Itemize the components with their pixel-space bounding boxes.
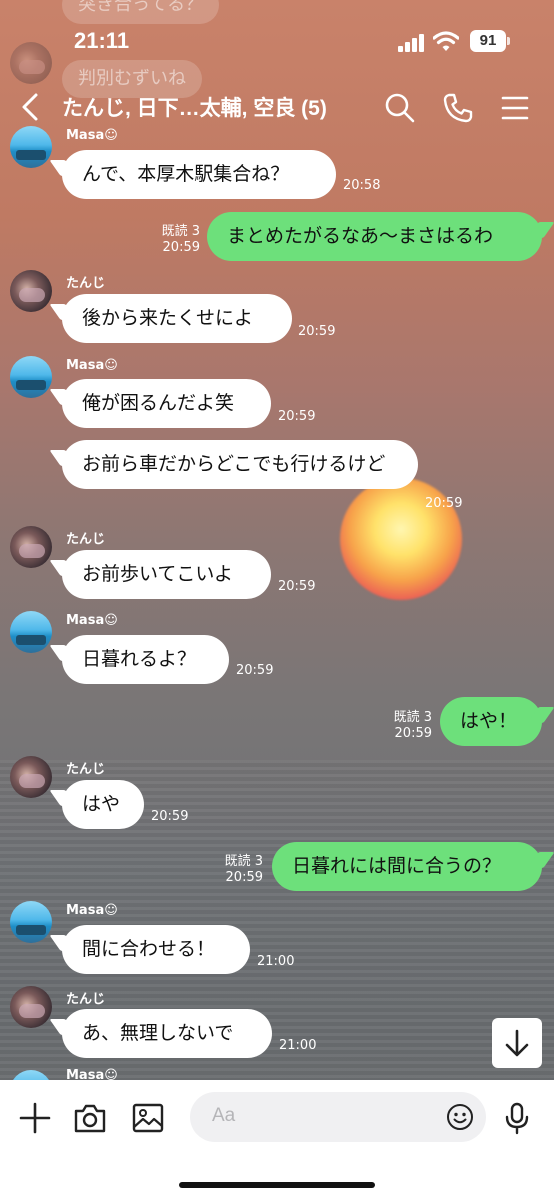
menu-icon[interactable] bbox=[497, 90, 533, 126]
message-time: 20:59 bbox=[425, 496, 463, 511]
incoming-message[interactable]: あ、無理しないで bbox=[62, 1009, 272, 1058]
back-chevron-icon[interactable] bbox=[18, 92, 46, 122]
incoming-message[interactable]: はや bbox=[62, 780, 144, 829]
message-input-placeholder: Aa bbox=[212, 1105, 236, 1126]
message-input[interactable]: Aa bbox=[190, 1092, 486, 1142]
message-time: 20:59 bbox=[278, 579, 316, 594]
avatar-tanji[interactable] bbox=[10, 270, 52, 312]
emoji-icon[interactable] bbox=[446, 1103, 474, 1131]
sender-name: Masa☺ bbox=[66, 613, 118, 628]
message-time: 20:59 bbox=[394, 726, 432, 741]
battery-indicator: 91 bbox=[470, 30, 510, 52]
sender-name: たんじ bbox=[66, 762, 106, 777]
read-receipt: 既読 3 bbox=[393, 710, 432, 725]
sender-name: Masa☺ bbox=[66, 903, 118, 918]
signal-icon bbox=[398, 34, 426, 52]
scroll-to-bottom-button[interactable] bbox=[492, 1018, 542, 1068]
avatar-tanji[interactable] bbox=[10, 756, 52, 798]
message-time: 20:59 bbox=[278, 409, 316, 424]
message-time: 20:58 bbox=[343, 178, 381, 193]
avatar-masa[interactable] bbox=[10, 126, 52, 168]
sender-name: Masa☺ bbox=[66, 358, 118, 373]
read-receipt: 既読 3 bbox=[161, 224, 200, 239]
message-time: 20:59 bbox=[225, 870, 263, 885]
message-time: 20:59 bbox=[298, 324, 336, 339]
incoming-message[interactable]: お前歩いてこいよ bbox=[62, 550, 271, 599]
message-time: 20:59 bbox=[151, 809, 189, 824]
sender-name: たんじ bbox=[66, 276, 106, 291]
search-icon[interactable] bbox=[382, 90, 418, 126]
sender-name: Masa☺ bbox=[66, 128, 118, 143]
incoming-message[interactable]: 俺が困るんだよ笑 bbox=[62, 379, 271, 428]
image-icon[interactable] bbox=[130, 1100, 166, 1136]
message-time: 20:59 bbox=[162, 240, 200, 255]
outgoing-message[interactable]: はや！ bbox=[440, 697, 542, 746]
sender-name: たんじ bbox=[66, 532, 106, 547]
incoming-message[interactable]: 後から来たくせによ bbox=[62, 294, 292, 343]
home-indicator bbox=[179, 1182, 375, 1188]
status-time: 21:11 bbox=[74, 28, 130, 53]
chat-header: たんじ, 日下…太輔, 空良 (5) bbox=[0, 84, 554, 132]
chat-screen: 突き合ってる？ 判別むずいね 21:11 91 たんじ, 日下…太輔, 空良 (… bbox=[0, 0, 554, 1200]
status-bar: 21:11 91 bbox=[0, 0, 554, 80]
incoming-message[interactable]: 日暮れるよ？ bbox=[62, 635, 229, 684]
message-time: 21:00 bbox=[257, 954, 295, 969]
avatar-masa[interactable] bbox=[10, 611, 52, 653]
chat-title[interactable]: たんじ, 日下…太輔, 空良 (5) bbox=[62, 92, 327, 122]
message-time: 21:00 bbox=[279, 1038, 317, 1053]
sender-name: たんじ bbox=[66, 992, 106, 1007]
scroll-down-icon bbox=[505, 1029, 529, 1057]
microphone-icon[interactable] bbox=[499, 1100, 535, 1136]
read-receipt: 既読 3 bbox=[224, 854, 263, 869]
plus-icon[interactable] bbox=[17, 1100, 53, 1136]
incoming-message[interactable]: んで、本厚木駅集合ね？ bbox=[62, 150, 336, 199]
camera-icon[interactable] bbox=[72, 1100, 108, 1136]
incoming-message[interactable]: 間に合わせる！ bbox=[62, 925, 250, 974]
outgoing-message[interactable]: 日暮れには間に合うの？ bbox=[272, 842, 542, 891]
phone-icon[interactable] bbox=[440, 90, 476, 126]
avatar-tanji[interactable] bbox=[10, 526, 52, 568]
avatar-tanji[interactable] bbox=[10, 986, 52, 1028]
message-time: 20:59 bbox=[236, 663, 274, 678]
avatar-masa[interactable] bbox=[10, 356, 52, 398]
incoming-message[interactable]: お前ら車だからどこでも行けるけど bbox=[62, 440, 418, 489]
avatar-masa[interactable] bbox=[10, 901, 52, 943]
outgoing-message[interactable]: まとめたがるなあ〜まさはるわ bbox=[207, 212, 542, 261]
wifi-icon bbox=[433, 31, 459, 51]
